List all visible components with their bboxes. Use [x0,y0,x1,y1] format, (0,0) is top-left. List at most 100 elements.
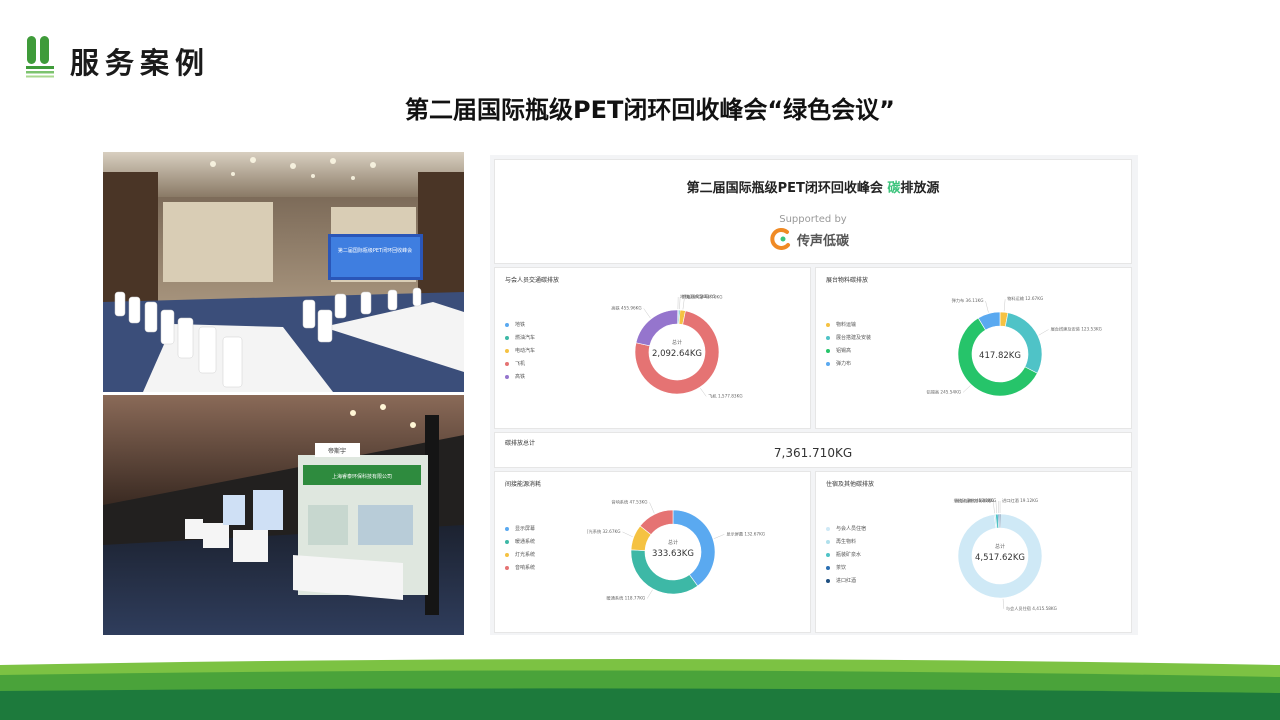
legend-label: 飞机 [515,361,526,367]
slice-leader-line [1002,598,1005,609]
legend-item[interactable]: 暖通系统 [505,535,535,548]
center-value: 4,517.62KG [975,553,1025,563]
legend-dot-icon [826,335,830,340]
legend-item[interactable]: 展台搭建及安装 [826,331,871,344]
donut-slice[interactable] [999,513,1001,529]
booth-donut-chart: 物料运输 12.67KG 展台搭建及安装 123.53KG 铝锡高 245.54KG… [927,295,1102,397]
legend-label: 进口红酒 [836,578,857,584]
legend-dot-icon [505,322,509,327]
card-title: 间接能源消耗 [505,481,542,488]
legend-label: 灯光系统 [515,552,536,558]
legend-label: 与会人员住宿 [836,526,867,532]
legend-label: 铝锡高 [836,348,852,354]
energy-emission-card: 间接能源消耗 显示屏幕暖通系统灯光系统音响系统 显示屏幕 132.67KG 暖通系… [494,471,811,633]
dashboard-header: 第二届国际瓶级PET闭环回收峰会 碳排放源 Supported by 传声低碳 [494,159,1132,264]
slice-leader-line [1003,299,1006,312]
legend-item[interactable]: 铝锡高 [826,344,871,357]
legend-dot-icon [505,539,509,544]
legend-item[interactable]: 燃油汽车 [505,331,535,344]
legend-item[interactable]: 电动汽车 [505,344,535,357]
legend-item[interactable]: 与会人员住宿 [826,522,866,535]
legend-dot-icon [505,526,509,531]
legend-label: 地铁 [515,322,526,328]
brand-logo: 传声低碳 [769,226,849,252]
legend-label: 弹力布 [836,361,852,367]
slice-label: 弹力布 36.11KG [952,297,984,304]
slice-leader-line [962,385,971,393]
legend-item[interactable]: 灯光系统 [505,548,535,561]
supported-by-text: Supported by [779,214,847,225]
center-label: 总计 [668,539,678,546]
slice-label: 显示屏幕 132.67KG [726,530,765,537]
center-value: 333.63KG [652,549,694,559]
slice-label: 暖通系统 118.77KG [607,594,646,601]
slice-label: 灯光系统 32.67KG [587,528,620,535]
legend-label: 电动汽车 [515,348,536,354]
legend-item[interactable]: 再生物料 [826,535,866,548]
brand-c-icon [770,228,790,250]
total-value: 7,361.710KG [773,446,853,460]
section-title: 服务案例 [70,46,211,80]
legend-dot-icon [826,565,830,570]
legend-item[interactable]: 进口红酒 [826,574,866,587]
legend-item[interactable]: 高铁 [505,370,535,383]
legend: 与会人员住宿 再生物料瓶装矿泉水茶饮进口红酒 [826,522,866,587]
page-title: 第二届国际瓶级PET闭环回收峰会“绿色会议” [405,96,895,124]
conference-hall-photo: 第二届国际瓶级PET闭环回收峰会 [103,152,464,392]
legend-label: 高铁 [515,374,526,380]
legend-item[interactable]: 茶饮 [826,561,866,574]
legend-label: 瓶装矿泉水 [836,552,862,558]
legend: 物料运输展台搭建及安装铝锡高弹力布 [826,318,871,370]
lodging-emission-card: 住宿及其他碳排放 与会人员住宿 再生物料瓶装矿泉水茶饮进口红酒 与会人员住宿 4,… [815,471,1132,633]
slice-label: 茶饮 12.53KG [969,497,997,504]
legend-dot-icon [505,348,509,353]
banner-brand-text: 帝斯宇 [328,447,346,455]
legend: 地铁燃油汽车电动汽车飞机高铁 [505,318,535,383]
exhibition-booth-photo: 上海睿泰环保科技有限公司 帝斯宇 [103,395,464,635]
center-label: 总计 [995,543,1005,550]
legend-dot-icon [826,578,830,583]
card-title: 与会人员交通碳排放 [505,277,560,284]
legend-item[interactable]: 瓶装矿泉水 [826,548,866,561]
slice-leader-line [682,297,685,310]
footer-wave [0,659,1280,720]
legend-label: 再生物料 [836,539,857,545]
center-value: 417.82KG [979,351,1021,361]
lodging-donut-chart: 与会人员住宿 4,415.58KG再生物料 23.60KG瓶装矿泉水 46.80… [954,497,1057,612]
legend-item[interactable]: 飞机 [505,357,535,370]
slice-label: 高铁 455.96KG [611,305,641,312]
legend-label: 物料运输 [836,322,857,328]
legend-dot-icon [505,565,509,570]
legend-label: 燃油汽车 [515,335,536,341]
legend-item[interactable]: 地铁 [505,318,535,331]
slice-leader-line [985,300,989,313]
center-label: 总计 [672,339,682,346]
slice-leader-line [622,531,633,537]
center-value: 2,092.64KG [652,349,702,359]
slice-label: 展台搭建及安装 123.53KG [1051,325,1102,332]
legend-dot-icon [505,374,509,379]
legend-item[interactable]: 音响系统 [505,561,535,574]
screen-text: 第二届国际瓶级PET闭环回收峰会 [338,247,412,254]
slice-leader-line [643,308,651,319]
dashboard-title: 第二届国际瓶级PET闭环回收峰会 碳排放源 [686,181,940,196]
legend-item[interactable]: 弹力布 [826,357,871,370]
slice-label: 电动汽车 43.70KG [686,294,722,301]
total-emission-card: 碳排放总计 7,361.710KG [494,432,1132,468]
transport-donut-chart: 地铁 14.25KG燃油汽车 3.81KG电动汽车 43.70KG飞机 1,57… [611,293,742,399]
donut-slice[interactable] [1004,312,1043,374]
slice-label: 物料运输 12.67KG [1007,295,1043,302]
donut-slice[interactable] [672,509,716,587]
slice-label: 音响系统 47.53KG [611,498,647,505]
slice-leader-line [993,501,995,514]
slice-label: 与会人员住宿 4,415.58KG [1006,605,1057,612]
legend-label: 显示屏幕 [515,526,536,532]
slice-leader-line [647,589,653,599]
card-title: 住宿及其他碳排放 [826,481,875,488]
legend-item[interactable]: 物料运输 [826,318,871,331]
energy-donut-chart: 显示屏幕 132.67KG 暖通系统 118.77KG 灯光系统 32.67KG 音响… [587,498,765,601]
slice-leader-line [1038,329,1049,336]
slice-leader-line [649,502,655,514]
legend-dot-icon [505,335,509,340]
legend-item[interactable]: 显示屏幕 [505,522,535,535]
